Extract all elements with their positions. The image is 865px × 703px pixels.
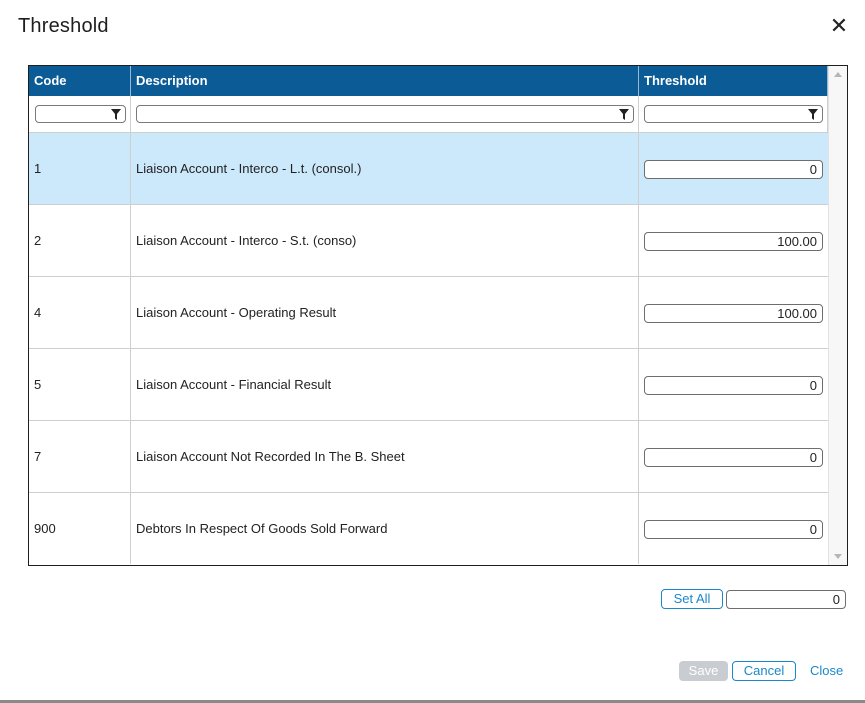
cell-description: Debtors In Respect Of Goods Sold Forward <box>131 493 639 564</box>
table-row[interactable]: 1 Liaison Account - Interco - L.t. (cons… <box>29 133 828 205</box>
save-button[interactable]: Save <box>679 661 728 681</box>
cell-threshold: 100.00 <box>639 277 828 348</box>
funnel-icon[interactable] <box>808 109 818 120</box>
threshold-input[interactable]: 0 <box>644 448 823 467</box>
description-text: Liaison Account Not Recorded In The B. S… <box>136 449 405 464</box>
filter-input-code[interactable] <box>35 105 126 123</box>
cell-code: 900 <box>29 493 131 564</box>
table-row[interactable]: 2 Liaison Account - Interco - S.t. (cons… <box>29 205 828 277</box>
set-all-button[interactable]: Set All <box>661 589 723 609</box>
filter-input-threshold[interactable] <box>644 105 823 123</box>
cell-threshold: 100.00 <box>639 205 828 276</box>
threshold-input[interactable]: 100.00 <box>644 304 823 323</box>
cell-code: 4 <box>29 277 131 348</box>
column-header-threshold[interactable]: Threshold <box>639 66 828 96</box>
cell-description: Liaison Account - Interco - L.t. (consol… <box>131 133 639 204</box>
cell-description: Liaison Account Not Recorded In The B. S… <box>131 421 639 492</box>
cell-code: 5 <box>29 349 131 420</box>
threshold-input[interactable]: 0 <box>644 160 823 179</box>
table-row[interactable]: 4 Liaison Account - Operating Result 100… <box>29 277 828 349</box>
filter-cell-description <box>131 96 639 132</box>
cell-description: Liaison Account - Interco - S.t. (conso) <box>131 205 639 276</box>
description-text: Liaison Account - Interco - S.t. (conso) <box>136 233 357 248</box>
cell-code: 7 <box>29 421 131 492</box>
code-text: 900 <box>34 521 56 536</box>
table-row[interactable]: 900 Debtors In Respect Of Goods Sold For… <box>29 493 828 565</box>
column-header-code[interactable]: Code <box>29 66 131 96</box>
scroll-up-arrow-icon[interactable] <box>834 72 842 77</box>
code-text: 2 <box>34 233 42 248</box>
code-text: 4 <box>34 305 42 320</box>
close-button[interactable]: Close <box>810 663 843 678</box>
cell-description: Liaison Account - Operating Result <box>131 277 639 348</box>
code-text: 5 <box>34 377 42 392</box>
filter-cell-threshold <box>639 96 828 132</box>
filter-cell-code <box>29 96 131 132</box>
cell-threshold: 0 <box>639 349 828 420</box>
dialog-title: Threshold <box>18 15 109 37</box>
close-icon[interactable]: ✕ <box>826 13 852 39</box>
cell-threshold: 0 <box>639 493 828 564</box>
cell-threshold: 0 <box>639 421 828 492</box>
threshold-input[interactable]: 0 <box>644 376 823 395</box>
scroll-down-arrow-icon[interactable] <box>834 554 842 559</box>
description-text: Liaison Account - Interco - L.t. (consol… <box>136 161 362 176</box>
table-row[interactable]: 7 Liaison Account Not Recorded In The B.… <box>29 421 828 493</box>
cell-code: 1 <box>29 133 131 204</box>
code-text: 1 <box>34 161 42 176</box>
code-text: 7 <box>34 449 42 464</box>
filter-input-description[interactable] <box>136 105 634 123</box>
threshold-input[interactable]: 0 <box>644 520 823 539</box>
vertical-scrollbar[interactable] <box>828 66 847 565</box>
funnel-icon[interactable] <box>619 109 629 120</box>
cell-code: 2 <box>29 205 131 276</box>
threshold-input[interactable]: 100.00 <box>644 232 823 251</box>
set-all-input[interactable]: 0 <box>726 590 846 609</box>
funnel-icon[interactable] <box>111 109 121 120</box>
filter-row <box>29 96 828 133</box>
description-text: Liaison Account - Operating Result <box>136 305 337 320</box>
description-text: Liaison Account - Financial Result <box>136 377 332 392</box>
description-text: Debtors In Respect Of Goods Sold Forward <box>136 521 388 536</box>
table-row[interactable]: 5 Liaison Account - Financial Result 0 <box>29 349 828 421</box>
threshold-grid: Code Description Threshold 1 Liaison Acc… <box>28 65 848 566</box>
cancel-button[interactable]: Cancel <box>732 661 796 681</box>
column-header-description[interactable]: Description <box>131 66 639 96</box>
cell-threshold: 0 <box>639 133 828 204</box>
cell-description: Liaison Account - Financial Result <box>131 349 639 420</box>
threshold-dialog: Threshold ✕ Code Description Threshold 1… <box>0 0 865 700</box>
